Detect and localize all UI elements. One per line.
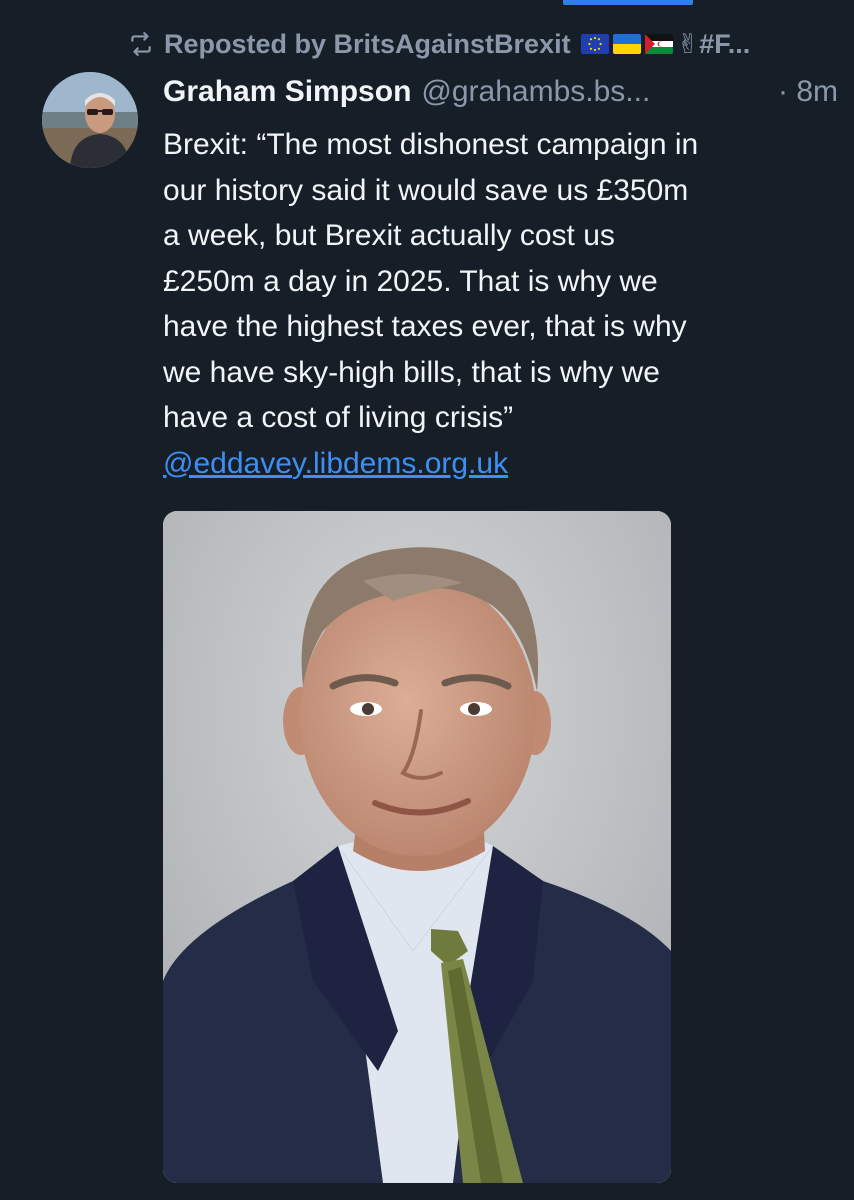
post-image[interactable]: [163, 511, 671, 1183]
ukraine-flag-icon: [612, 34, 641, 54]
post-header: Graham Simpson @grahambs.bs... · 8m: [163, 70, 838, 114]
portrait-photo: [163, 511, 671, 1183]
author-avatar[interactable]: [42, 72, 138, 168]
repost-line[interactable]: Reposted by BritsAgainstBrexit ✌#F...: [128, 22, 838, 66]
post-text-line: have the highest taxes ever, that is why: [163, 310, 687, 343]
western-sahara-flag-icon: [644, 34, 673, 54]
post-screen: Reposted by BritsAgainstBrexit ✌#F... Gr…: [0, 0, 854, 1200]
active-tab-indicator: [563, 0, 693, 5]
repost-label-suffix: ✌#F...: [676, 28, 751, 59]
mention-link[interactable]: @eddavey.libdems.org.uk: [163, 447, 508, 480]
post-text-line: £250m a day in 2025. That is why we: [163, 264, 658, 298]
post-body: Brexit: “The most dishonest campaign in …: [163, 122, 838, 486]
post-text-line: have a cost of living crisis”: [163, 401, 514, 434]
post-text-line: a week, but Brexit actually cost us: [163, 219, 615, 252]
post-text-line: our history said it would save us £350m: [163, 173, 689, 207]
author-name[interactable]: Graham Simpson: [163, 75, 411, 109]
repost-label: Reposted by BritsAgainstBrexit: [164, 28, 571, 59]
post-text-line: we have sky-high bills, that is why we: [163, 355, 660, 389]
repost-icon: [131, 32, 151, 56]
avatar-image: [42, 72, 138, 168]
post-text-line: Brexit: “The most dishonest campaign in: [163, 128, 699, 161]
post-timestamp[interactable]: · 8m: [778, 75, 838, 109]
eu-flag-icon: [580, 34, 609, 54]
author-handle[interactable]: @grahambs.bs...: [421, 75, 764, 109]
